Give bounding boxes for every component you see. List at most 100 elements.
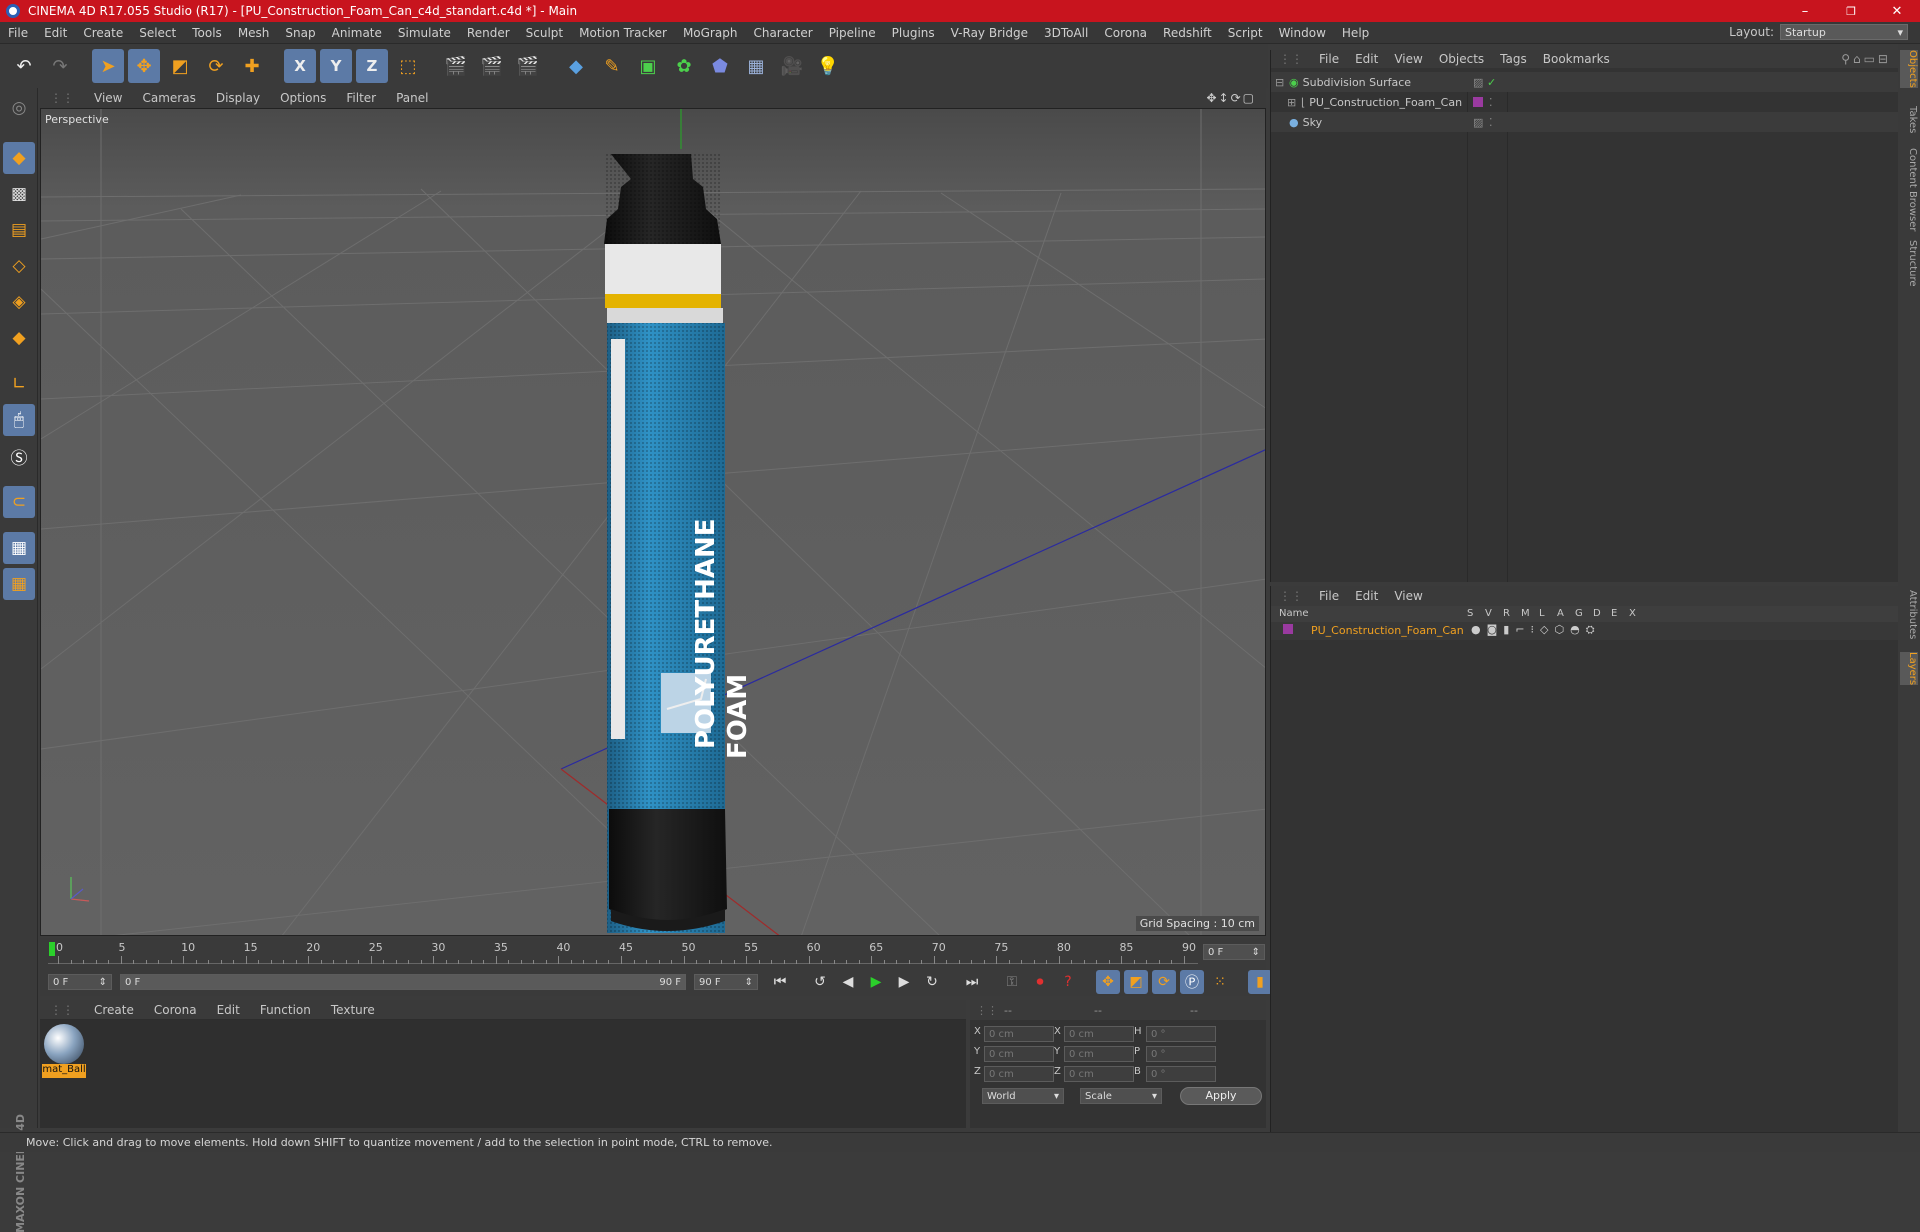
om-menu-objects[interactable]: Objects bbox=[1431, 52, 1492, 66]
object-row-sky[interactable]: ● Sky ▨ ⁚ bbox=[1271, 112, 1899, 132]
viewport-menu-view[interactable]: View bbox=[84, 91, 132, 105]
playhead[interactable] bbox=[49, 942, 55, 956]
layer-column-header[interactable]: V bbox=[1485, 608, 1492, 619]
render-view-button[interactable]: 🎬 bbox=[440, 49, 472, 83]
viewport-menu-options[interactable]: Options bbox=[270, 91, 336, 105]
om-menu-bookmarks[interactable]: Bookmarks bbox=[1535, 52, 1618, 66]
om-menu-edit[interactable]: Edit bbox=[1347, 52, 1386, 66]
add-floor-button[interactable]: ▦ bbox=[740, 49, 772, 83]
points-mode-button[interactable]: ◇ bbox=[3, 250, 35, 282]
key-parameter-button[interactable]: Ⓟ bbox=[1180, 970, 1204, 994]
go-to-start-button[interactable]: ⏮ bbox=[768, 970, 792, 994]
layer-column-header[interactable]: X bbox=[1629, 608, 1636, 619]
select-tool-button[interactable]: ➤ bbox=[92, 49, 124, 83]
end-frame-field[interactable]: 90 F ⇕ bbox=[694, 974, 758, 990]
snap-button[interactable]: ⊂ bbox=[3, 486, 35, 518]
tab-content-browser[interactable]: Content Browser bbox=[1900, 148, 1918, 231]
frame-range-slider[interactable]: 0 F 90 F bbox=[120, 974, 686, 990]
layer-row[interactable]: PU_Construction_Foam_Can ●◙▮⌐⁝◇⬡◓⛭ bbox=[1271, 622, 1898, 640]
coord-position-field[interactable]: 0 cm bbox=[984, 1026, 1054, 1042]
layer-column-header[interactable]: E bbox=[1611, 608, 1617, 619]
add-spline-button[interactable]: ✎ bbox=[596, 49, 628, 83]
menu-window[interactable]: Window bbox=[1271, 26, 1334, 40]
layer-column-header[interactable]: S bbox=[1467, 608, 1473, 619]
menu-edit[interactable]: Edit bbox=[36, 26, 75, 40]
menu-character[interactable]: Character bbox=[745, 26, 820, 40]
add-array-button[interactable]: ✿ bbox=[668, 49, 700, 83]
key-scale-button[interactable]: ◩ bbox=[1124, 970, 1148, 994]
om-menu-tags[interactable]: Tags bbox=[1492, 52, 1535, 66]
menu-mograph[interactable]: MoGraph bbox=[675, 26, 746, 40]
layer-name[interactable]: PU_Construction_Foam_Can bbox=[1311, 624, 1464, 637]
layer-column-header[interactable]: R bbox=[1503, 608, 1510, 619]
apply-button[interactable]: Apply bbox=[1180, 1087, 1262, 1105]
lm-menu-edit[interactable]: Edit bbox=[1347, 589, 1386, 603]
live-select-button[interactable]: ✚ bbox=[236, 49, 268, 83]
viewport-menu-display[interactable]: Display bbox=[206, 91, 270, 105]
material-swatch[interactable]: mat_Ball bbox=[42, 1024, 86, 1080]
menu-mesh[interactable]: Mesh bbox=[230, 26, 278, 40]
add-light-button[interactable]: 💡 bbox=[812, 49, 844, 83]
x-axis-lock-button[interactable]: X bbox=[284, 49, 316, 83]
menu-script[interactable]: Script bbox=[1220, 26, 1271, 40]
scale-tool-button[interactable]: ◩ bbox=[164, 49, 196, 83]
menu-motion-tracker[interactable]: Motion Tracker bbox=[571, 26, 675, 40]
layer-column-header[interactable]: M bbox=[1521, 608, 1530, 619]
om-menu-file[interactable]: File bbox=[1311, 52, 1347, 66]
coord-rotation-field[interactable]: 0 ° bbox=[1146, 1026, 1216, 1042]
enabled-check-icon[interactable]: ✓ bbox=[1487, 76, 1496, 89]
polygons-mode-button[interactable]: ◆ bbox=[3, 322, 35, 354]
tweak-mode-button[interactable]: 🖱 bbox=[3, 404, 35, 436]
coord-rotation-field[interactable]: 0 ° bbox=[1146, 1046, 1216, 1062]
move-tool-button[interactable]: ✥ bbox=[128, 49, 160, 83]
tab-layers[interactable]: Layers bbox=[1900, 652, 1918, 686]
planar-workplane-button[interactable]: ▦ bbox=[3, 568, 35, 600]
coordinate-mode-dropdown[interactable]: World ▾ bbox=[982, 1088, 1064, 1104]
key-pla-button[interactable]: ⁙ bbox=[1208, 970, 1232, 994]
menu-snap[interactable]: Snap bbox=[277, 26, 323, 40]
menu-sculpt[interactable]: Sculpt bbox=[518, 26, 571, 40]
layer-column-header[interactable]: L bbox=[1539, 608, 1545, 619]
menu-corona[interactable]: Corona bbox=[1096, 26, 1155, 40]
coord-size-field[interactable]: 0 cm bbox=[1064, 1046, 1134, 1062]
viewport-menu-cameras[interactable]: Cameras bbox=[132, 91, 205, 105]
add-deformer-button[interactable]: ⬟ bbox=[704, 49, 736, 83]
menu-file[interactable]: File bbox=[0, 26, 36, 40]
material-menu-create[interactable]: Create bbox=[84, 1003, 144, 1017]
add-generator-button[interactable]: ▣ bbox=[632, 49, 664, 83]
visibility-dots-icon[interactable]: ⁚ bbox=[1489, 116, 1493, 129]
menu-redshift[interactable]: Redshift bbox=[1155, 26, 1220, 40]
maximize-button[interactable]: ❐ bbox=[1828, 0, 1874, 22]
menu-render[interactable]: Render bbox=[459, 26, 518, 40]
tab-takes[interactable]: Takes bbox=[1900, 106, 1918, 133]
layer-column-header[interactable]: Name bbox=[1279, 608, 1309, 619]
coord-position-field[interactable]: 0 cm bbox=[984, 1066, 1054, 1082]
play-button[interactable]: ▶ bbox=[864, 970, 888, 994]
menu-pipeline[interactable]: Pipeline bbox=[821, 26, 884, 40]
size-mode-dropdown[interactable]: Scale ▾ bbox=[1080, 1088, 1162, 1104]
redo-button[interactable]: ↷ bbox=[44, 49, 76, 83]
workplane-mode-button[interactable]: ▤ bbox=[3, 214, 35, 246]
z-axis-lock-button[interactable]: Z bbox=[356, 49, 388, 83]
render-settings-button[interactable]: 🎬 bbox=[512, 49, 544, 83]
menu-select[interactable]: Select bbox=[131, 26, 184, 40]
coord-size-field[interactable]: 0 cm bbox=[1064, 1066, 1134, 1082]
rotate-tool-button[interactable]: ⟳ bbox=[200, 49, 232, 83]
lm-menu-view[interactable]: View bbox=[1386, 589, 1430, 603]
autokey-button[interactable]: ⏺ bbox=[1028, 970, 1052, 994]
material-menu-function[interactable]: Function bbox=[250, 1003, 321, 1017]
menu-animate[interactable]: Animate bbox=[324, 26, 390, 40]
tree-expand-icon[interactable]: ⊞ bbox=[1287, 96, 1301, 109]
solo-button[interactable]: Ⓢ bbox=[3, 440, 35, 472]
timeline-ruler[interactable]: 0 F ⇕ 0 5 10 15 20 25 30 35 40 45 50 55 60 65 70 75 80 85 9… bbox=[40, 938, 1266, 968]
tree-collapse-icon[interactable]: ⊟ bbox=[1275, 76, 1289, 89]
menu-help[interactable]: Help bbox=[1334, 26, 1377, 40]
menu-simulate[interactable]: Simulate bbox=[390, 26, 459, 40]
start-frame-field[interactable]: 0 F ⇕ bbox=[48, 974, 112, 990]
layer-column-header[interactable]: D bbox=[1593, 608, 1601, 619]
next-key-button[interactable]: ↻ bbox=[920, 970, 944, 994]
material-menu-edit[interactable]: Edit bbox=[207, 1003, 250, 1017]
lm-menu-file[interactable]: File bbox=[1311, 589, 1347, 603]
coord-size-field[interactable]: 0 cm bbox=[1064, 1026, 1134, 1042]
record-keys-button[interactable]: ⚿ bbox=[1000, 970, 1024, 994]
